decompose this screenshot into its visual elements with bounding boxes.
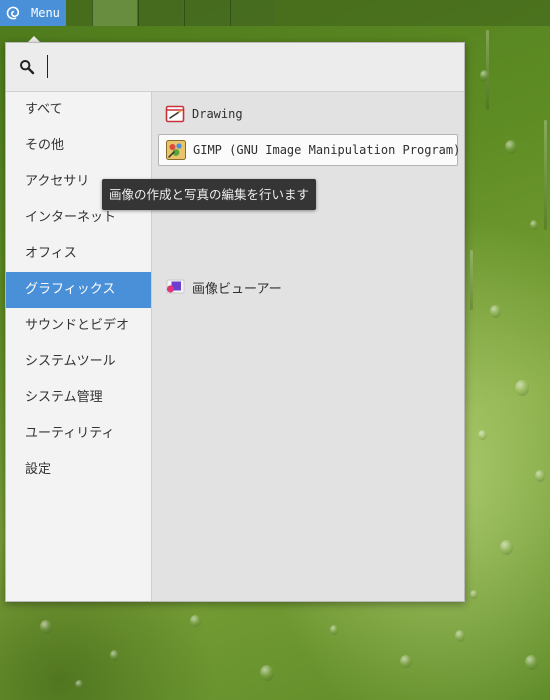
top-panel: Menu [0,0,550,26]
app-image-viewer[interactable]: 画像ビューアー [158,271,458,303]
search-bar [6,43,464,92]
menu-button[interactable]: Menu [0,0,66,26]
category-settings[interactable]: 設定 [6,452,151,488]
workspace-3[interactable] [184,0,229,26]
category-all[interactable]: すべて [6,92,151,128]
category-administration[interactable]: システム管理 [6,380,151,416]
app-gimp[interactable]: GIMP (GNU Image Manipulation Program) [158,134,461,166]
gimp-app-icon [166,140,186,160]
category-graphics[interactable]: グラフィックス [6,272,151,308]
drawing-app-icon [165,105,185,123]
text-cursor [47,55,48,78]
image-viewer-app-icon [166,279,185,294]
app-list: Drawing GIMP (GNU Image Manipulation Pro… [152,92,464,601]
category-list: すべて その他 アクセサリ インターネット オフィス グラフィックス サウンドと… [6,92,152,601]
workspace-2[interactable] [138,0,183,26]
app-drawing[interactable]: Drawing [158,98,458,130]
app-gimp-label: GIMP (GNU Image Manipulation Program) [193,143,461,157]
category-other[interactable]: その他 [6,128,151,164]
search-icon [20,60,35,75]
application-menu: すべて その他 アクセサリ インターネット オフィス グラフィックス サウンドと… [5,42,465,602]
app-drawing-label: Drawing [192,107,243,121]
category-sound-video[interactable]: サウンドとビデオ [6,308,151,344]
category-utilities[interactable]: ユーティリティ [6,416,151,452]
app-image-viewer-label: 画像ビューアー [192,281,282,297]
workspace-1-active[interactable] [92,0,137,26]
category-office[interactable]: オフィス [6,236,151,272]
search-input[interactable] [46,55,450,81]
category-system-tools[interactable]: システムツール [6,344,151,380]
gimp-tooltip: 画像の作成と写真の編集を行います [102,179,317,210]
workspace-4[interactable] [230,0,275,26]
debian-swirl-icon [6,6,20,20]
menu-button-label: Menu [31,6,60,20]
